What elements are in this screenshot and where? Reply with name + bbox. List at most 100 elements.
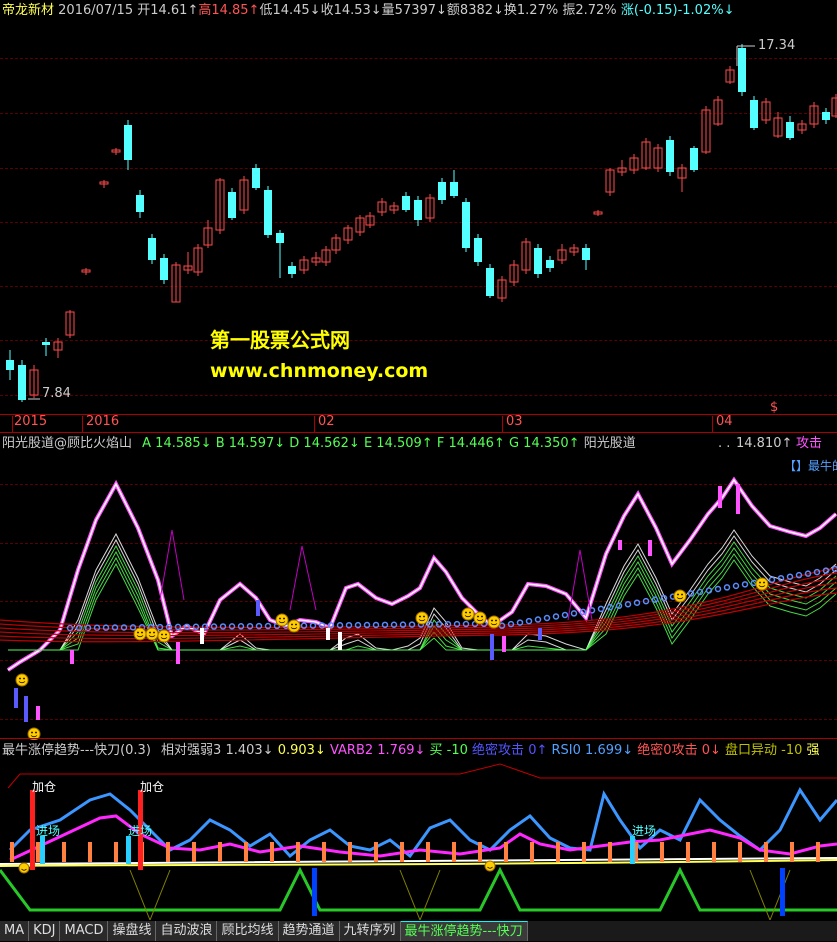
spike-line (160, 530, 184, 600)
pankou-bar (400, 842, 404, 862)
indicator1-a: A 14.585↓ (142, 436, 211, 451)
pankou-bar (88, 842, 92, 862)
low-price: 低14.45↓ (259, 3, 320, 18)
indicator2-secret2: 绝密0攻击 (637, 743, 697, 758)
change: 涨(-0.15)-1.02%↓ (621, 3, 735, 18)
watermark-title: 第一股票公式网 (210, 324, 350, 353)
smiley-icon (19, 863, 29, 873)
indicator-tab-bar: MA KDJ MACD 操盘线 自动波浪 顾比均线 趋势通道 九转序列 最牛涨停… (0, 921, 837, 941)
tab-ma[interactable]: MA (0, 921, 29, 941)
candle (344, 225, 352, 244)
tab-nine-turn[interactable]: 九转序列 (340, 921, 401, 941)
candle (252, 164, 260, 190)
trend-dot (698, 590, 703, 595)
time-axis-2015: 2015 (14, 414, 47, 429)
enter-bar (40, 836, 45, 864)
candle (378, 198, 386, 216)
indicator2-title[interactable]: 最牛涨停趋势---快刀(0.3) (2, 743, 151, 758)
indicator1-chart[interactable] (0, 450, 837, 740)
trend-dot (644, 599, 649, 604)
signal-bar (326, 628, 330, 640)
pankou-bar (36, 842, 40, 862)
pankou-bar (478, 842, 482, 862)
candle (486, 264, 494, 298)
smiley-icon (16, 674, 28, 686)
signal-bar (256, 600, 260, 616)
buy-step-line (0, 870, 837, 910)
smiley-icon (756, 578, 768, 590)
candle (786, 116, 794, 140)
tab-auto-wave[interactable]: 自动波浪 (156, 921, 217, 941)
high-price-label: 17.34 (758, 38, 795, 53)
candle (546, 256, 554, 272)
signal-bar (618, 540, 622, 550)
trend-dot (248, 624, 253, 629)
trend-dot (302, 623, 307, 628)
trend-dot (743, 582, 748, 587)
indicator2-varb2-value: 1.769↓ (377, 743, 425, 758)
pankou-bar (660, 842, 664, 862)
indicator2-chart[interactable] (0, 760, 837, 920)
trend-dot (635, 600, 640, 605)
time-axis-04: 04 (716, 414, 733, 429)
indicator1-d: D 14.562↓ (289, 436, 360, 451)
tab-kdj[interactable]: KDJ (29, 921, 60, 941)
candle (510, 260, 518, 286)
smiley-icon (462, 608, 474, 620)
trend-dot (131, 625, 136, 630)
smiley-icon (158, 630, 170, 642)
pankou-bar (530, 842, 534, 862)
olive-line (130, 870, 170, 920)
tab-caopanxian[interactable]: 操盘线 (108, 921, 156, 941)
pankou-bar (192, 842, 196, 862)
trend-dot (599, 606, 604, 611)
pankou-bar (270, 842, 274, 862)
candle (654, 144, 662, 172)
pankou-bar (244, 842, 248, 862)
low-price-label: 7.84 (42, 386, 71, 401)
tab-trend-channel[interactable]: 趋势通道 (279, 921, 340, 941)
candle (426, 194, 434, 222)
trend-dot (365, 623, 370, 628)
quote-header: 帝龙新材 2016/07/15 开14.61↑高14.85↑低14.45↓收14… (2, 2, 734, 20)
smiley-icon (134, 628, 146, 640)
pankou-bar (790, 842, 794, 862)
stock-name[interactable]: 帝龙新材 (2, 3, 54, 18)
signal-bar (538, 628, 542, 640)
signal-bar (718, 486, 722, 508)
time-axis: 2015 2016 02 03 04 $ (0, 414, 837, 432)
trend-dot (554, 614, 559, 619)
trend-dot (221, 624, 226, 629)
pankou-bar (452, 842, 456, 862)
trend-dot (356, 623, 361, 628)
smiley-icon (288, 620, 300, 632)
pankou-bar (296, 842, 300, 862)
spike-line (290, 546, 316, 610)
signal-bar (736, 484, 740, 514)
candle (288, 262, 296, 278)
indicator1-title[interactable]: 阳光股道@顾比火焰山 (2, 436, 132, 451)
candle (194, 244, 202, 276)
trend-dot (779, 576, 784, 581)
trend-dot (770, 577, 775, 582)
indicator1-g: G 14.350↑ (509, 436, 580, 451)
tab-macd[interactable]: MACD (60, 921, 108, 941)
trend-dot (833, 567, 837, 572)
candle (822, 108, 830, 124)
indicator1-e: E 14.509↑ (364, 436, 433, 451)
trend-dot (374, 622, 379, 627)
candle (714, 96, 722, 126)
indicator2-header: 最牛涨停趋势---快刀(0.3) 相对强弱3 1.403↓ 0.903↓ VAR… (2, 742, 820, 760)
time-axis-2016: 2016 (86, 414, 119, 429)
trend-dot (266, 624, 271, 629)
signal-bar (36, 706, 40, 720)
candle (762, 98, 770, 124)
candle (630, 154, 638, 174)
add-position-bar (30, 790, 35, 870)
candle (832, 94, 837, 118)
tab-guppy[interactable]: 顾比均线 (217, 921, 278, 941)
signal-bar (502, 636, 506, 652)
candle (690, 146, 698, 172)
tab-kuaidao[interactable]: 最牛涨停趋势---快刀 (401, 921, 528, 941)
indicator1-f: F 14.446↑ (437, 436, 505, 451)
